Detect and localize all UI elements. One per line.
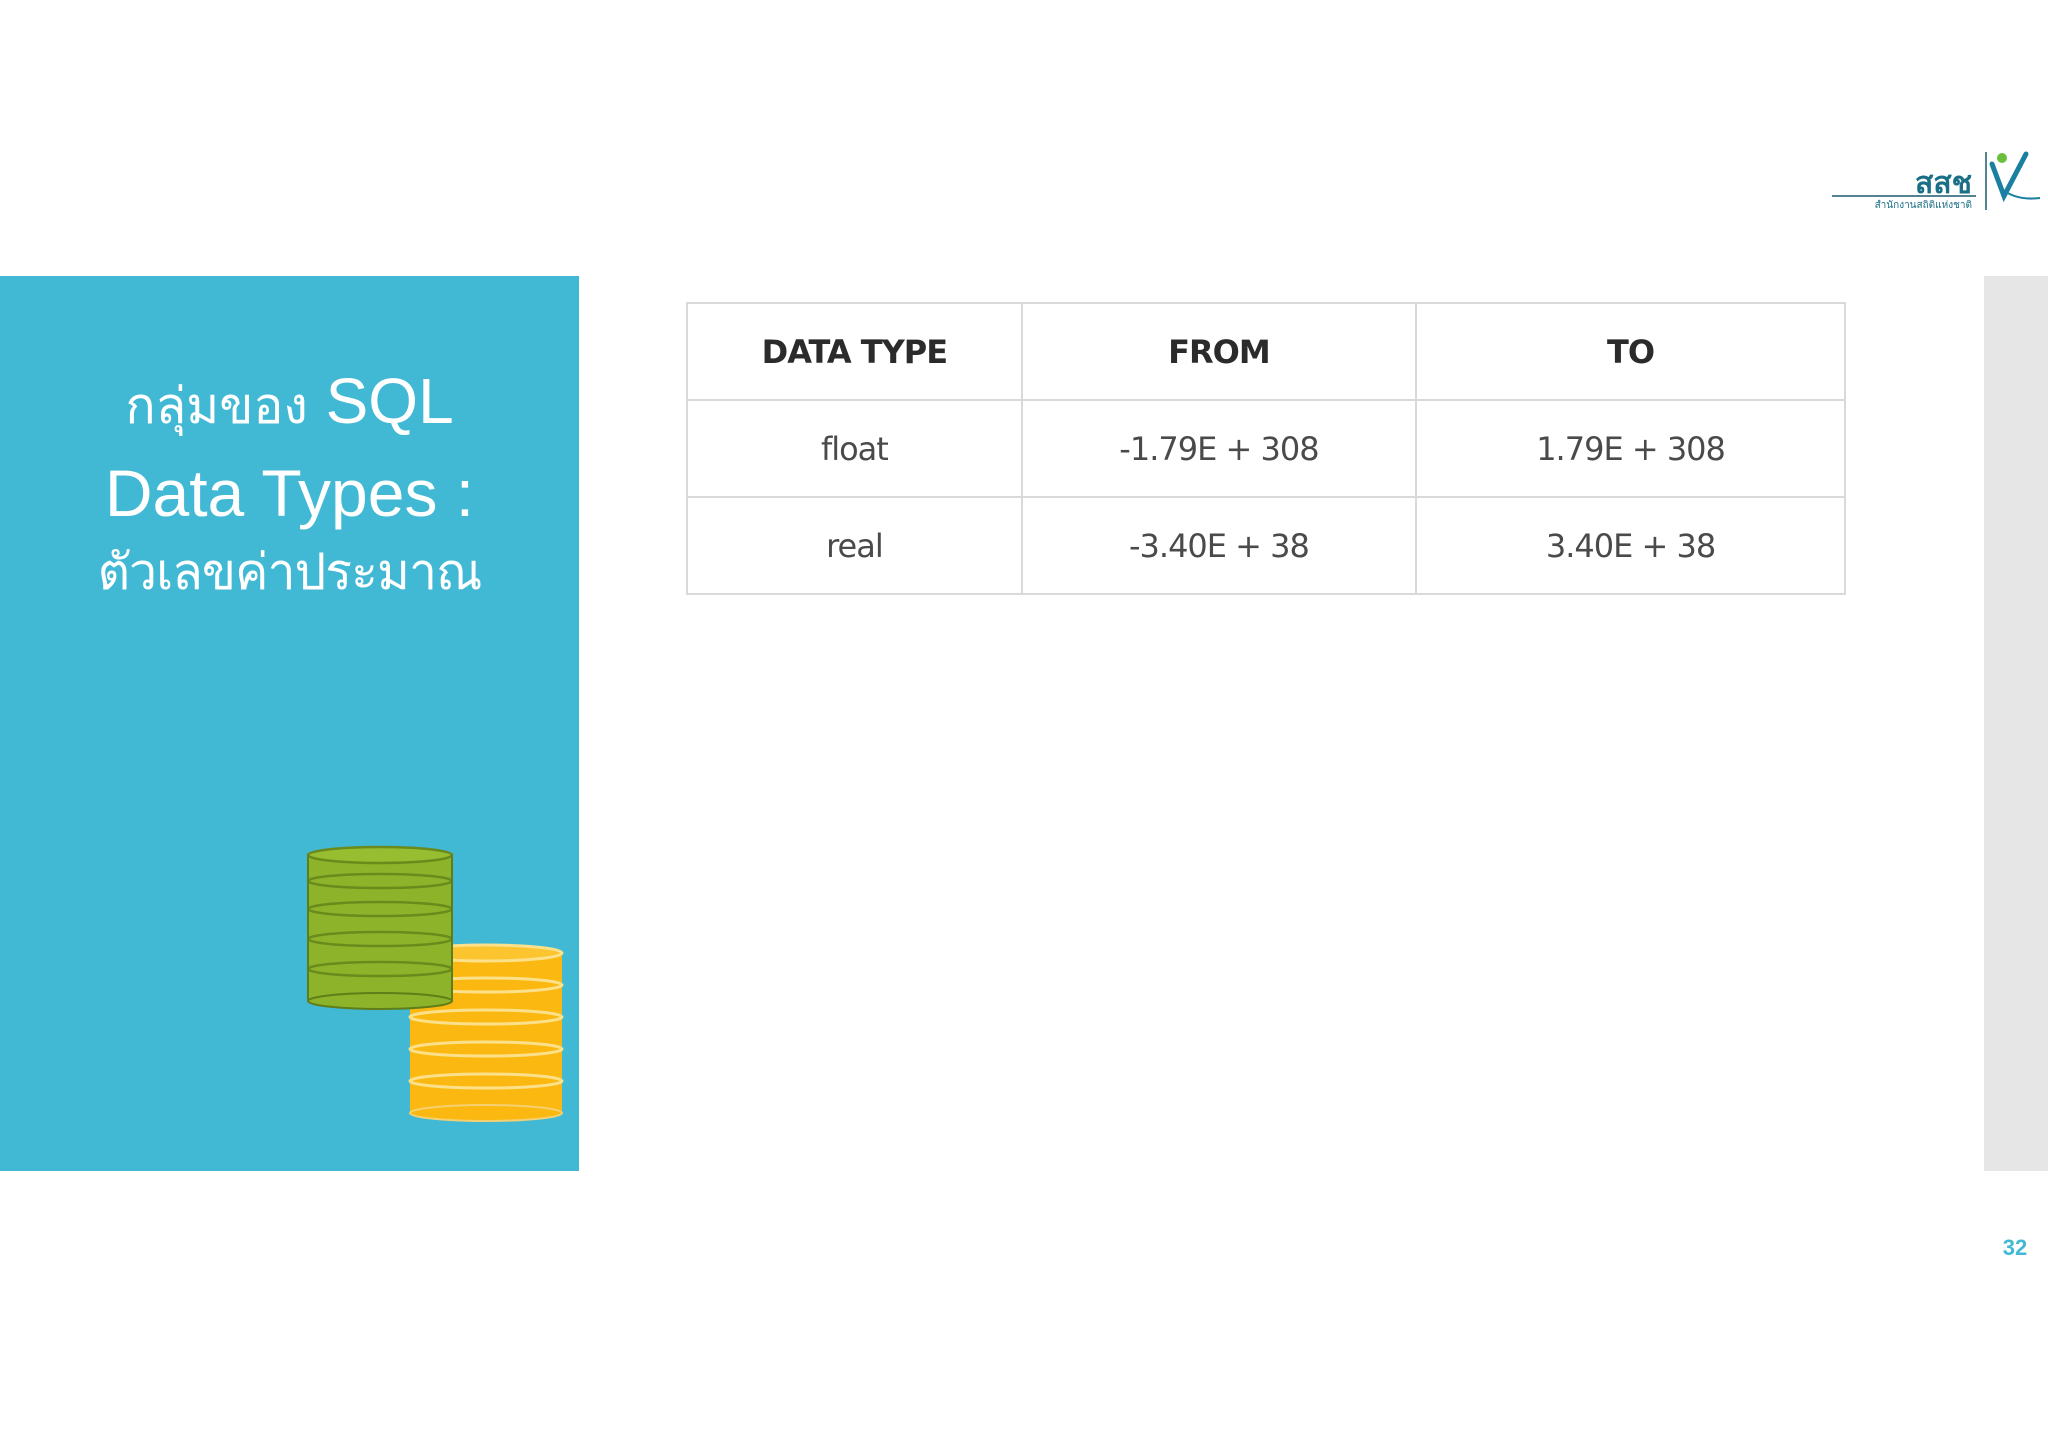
cell-to: 3.40E + 38 xyxy=(1415,496,1846,595)
title-line-1: กลุ่มของ SQL xyxy=(0,358,579,449)
nso-logo: สสช สำนักงานสถิติแห่งชาติ xyxy=(1832,151,2041,211)
header-data-type: DATA TYPE xyxy=(686,302,1023,401)
data-types-table: DATA TYPE FROM TO float -1.79E + 308 1.7… xyxy=(686,302,1846,595)
header-from: FROM xyxy=(1020,302,1418,401)
title-thai-prefix: กลุ่มของ xyxy=(125,378,308,434)
title-sql: SQL xyxy=(325,365,454,437)
table-row: real -3.40E + 38 3.40E + 38 xyxy=(686,496,1846,595)
logo-text: สสช xyxy=(1915,166,1972,201)
title-line-3: ตัวเลขค่าประมาณ xyxy=(97,544,483,600)
cell-from: -3.40E + 38 xyxy=(1020,496,1418,595)
slide-title: กลุ่มของ SQL Data Types : ตัวเลขค่าประมา… xyxy=(0,358,579,607)
cell-to: 1.79E + 308 xyxy=(1415,399,1846,498)
cell-data-type: float xyxy=(686,399,1023,498)
title-line-2: Data Types : xyxy=(104,456,475,530)
logo-subtext: สำนักงานสถิติแห่งชาติ xyxy=(1875,200,1972,211)
table-header-row: DATA TYPE FROM TO xyxy=(686,302,1846,401)
header-to: TO xyxy=(1415,302,1846,401)
slide: สสช สำนักงานสถิติแห่งชาติ กลุ่มของ SQL D… xyxy=(0,0,2048,1448)
page-number: 32 xyxy=(2002,1235,2028,1260)
cell-data-type: real xyxy=(686,496,1023,595)
cell-from: -1.79E + 308 xyxy=(1020,399,1418,498)
green-database-icon xyxy=(306,845,454,1010)
table-row: float -1.79E + 308 1.79E + 308 xyxy=(686,399,1846,498)
title-panel: กลุ่มของ SQL Data Types : ตัวเลขค่าประมา… xyxy=(0,276,579,1171)
side-accent-bar xyxy=(1984,276,2048,1171)
database-stack-icon xyxy=(306,845,564,1122)
